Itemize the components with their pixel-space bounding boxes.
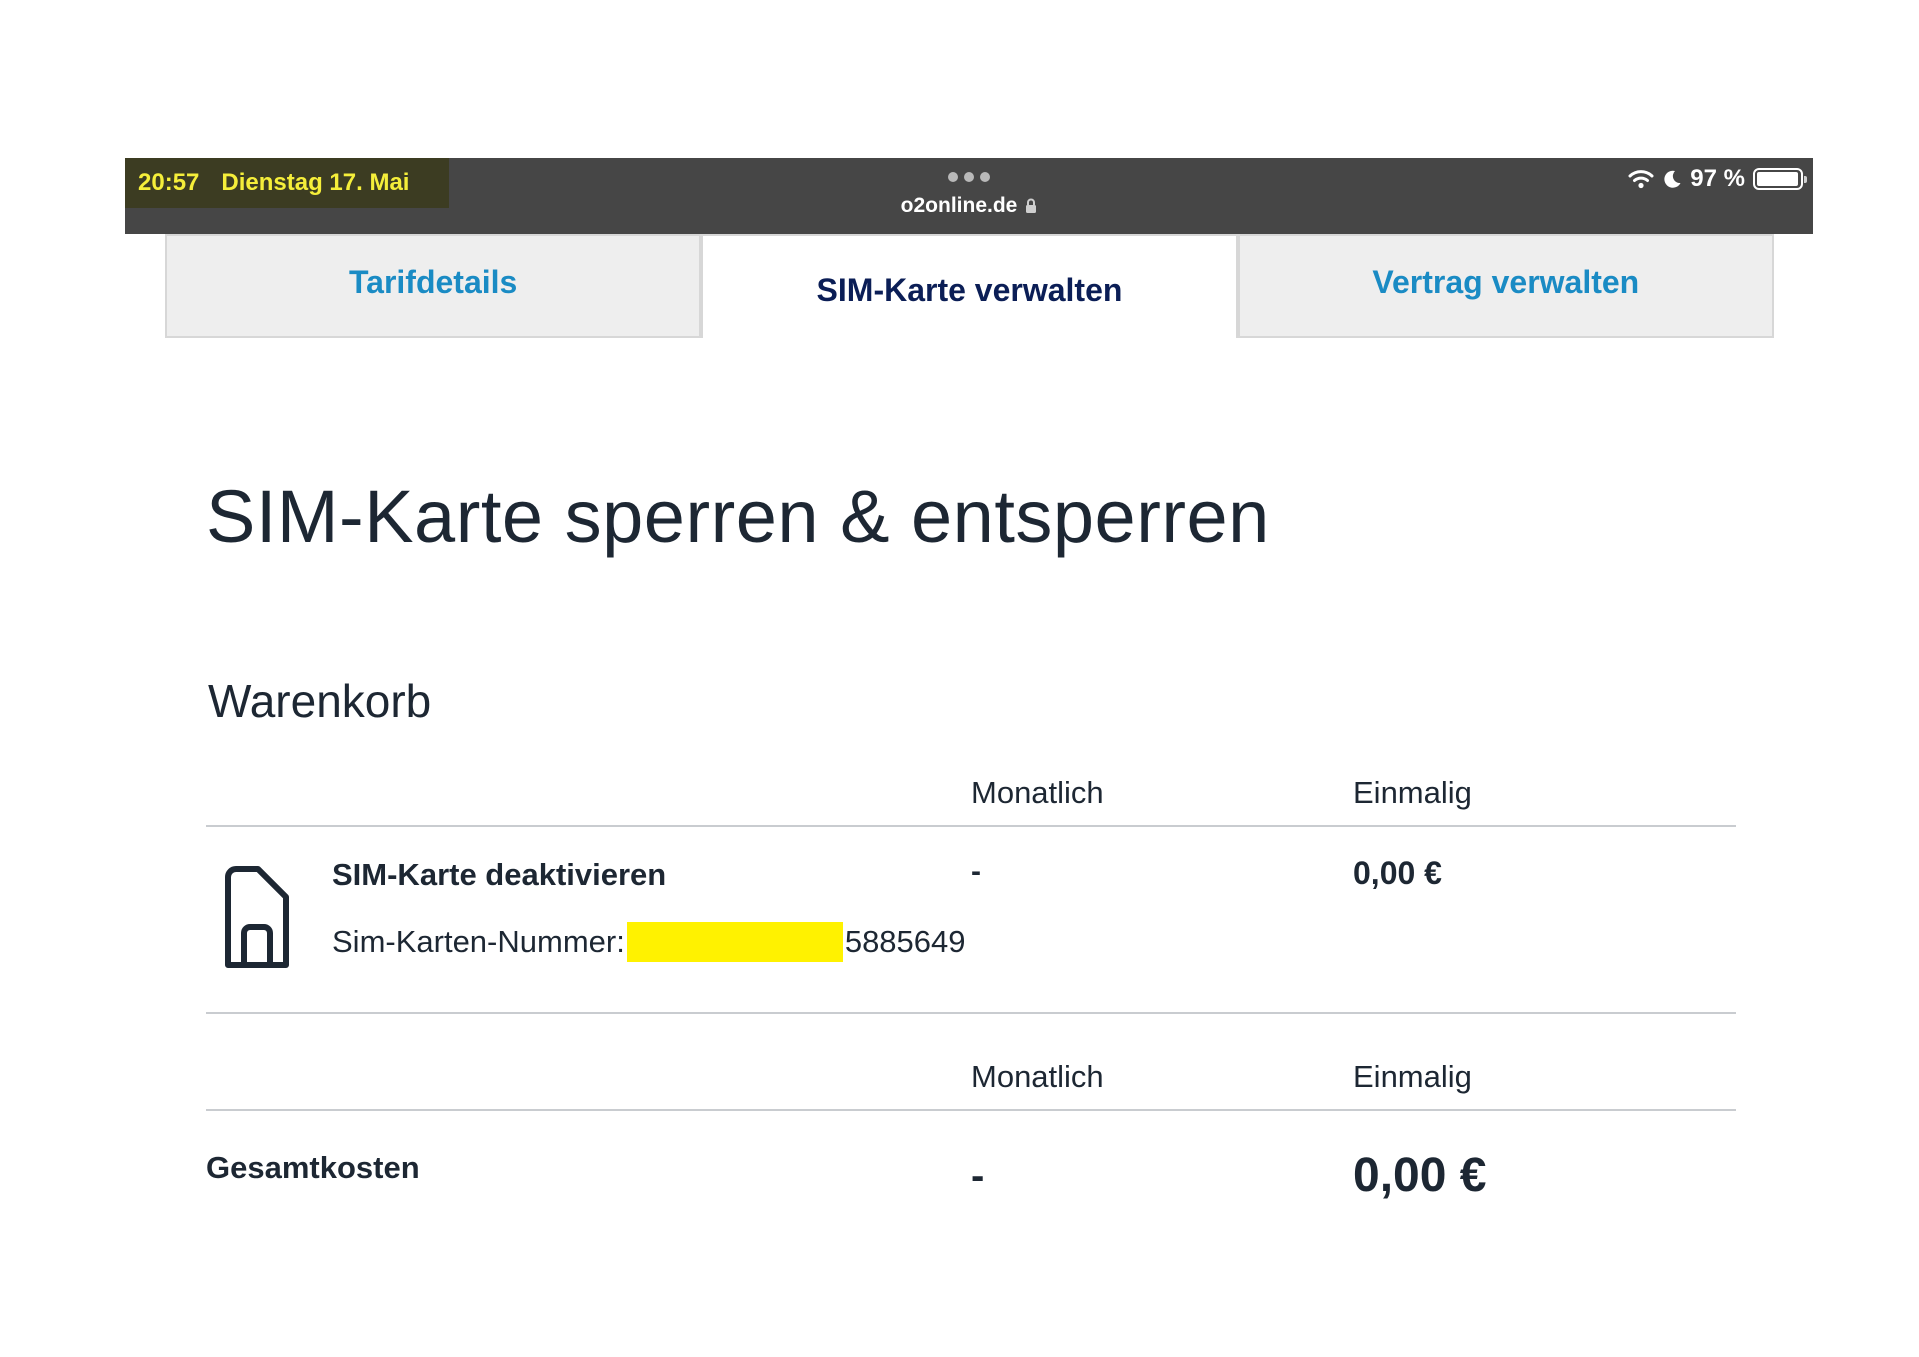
total-monthly-price: -	[971, 1154, 985, 1198]
battery-level-fill	[1757, 172, 1798, 186]
tab-bar: Tarifdetails SIM-Karte verwalten Vertrag…	[165, 234, 1774, 338]
item-once-price: 0,00 €	[1353, 855, 1442, 891]
column-header-once: Einmalig	[1353, 775, 1472, 810]
url-display[interactable]: o2online.de	[901, 194, 1038, 218]
cart-item-row: SIM-Karte deaktivieren Sim-Karten-Nummer…	[206, 827, 1736, 1014]
cart-title: Warenkorb	[208, 675, 432, 727]
total-table-header: Monatlich Einmalig	[206, 1059, 1736, 1111]
battery-icon	[1753, 168, 1807, 190]
sim-card-icon	[225, 866, 289, 968]
sim-number-row: Sim-Karten-Nummer: 5885649	[332, 922, 966, 962]
sim-number-suffix: 5885649	[844, 924, 966, 959]
sim-number-label: Sim-Karten-Nummer:	[332, 924, 625, 959]
url-text: o2online.de	[900, 194, 1018, 217]
page-title: SIM-Karte sperren & entsperren	[206, 475, 1270, 558]
redaction-mark	[626, 922, 843, 962]
tab-vertrag-verwalten[interactable]: Vertrag verwalten	[1237, 234, 1774, 338]
status-indicators: 97 %	[1628, 165, 1807, 193]
tab-tarifdetails[interactable]: Tarifdetails	[165, 234, 702, 338]
tab-sim-karte-verwalten[interactable]: SIM-Karte verwalten	[701, 234, 1238, 338]
total-once-price: 0,00 €	[1353, 1149, 1487, 1202]
address-area: o2online.de	[125, 172, 1813, 218]
page: 20:57 Dienstag 17. Mai o2online.de 97 % …	[0, 0, 1919, 1357]
total-row: Gesamtkosten - 0,00 €	[206, 1130, 1736, 1230]
column-header-monthly: Monatlich	[971, 775, 1104, 810]
battery-percent: 97 %	[1690, 165, 1745, 192]
total-column-header-once: Einmalig	[1353, 1059, 1472, 1094]
more-dots-icon[interactable]	[125, 172, 1813, 184]
lock-icon	[1026, 198, 1037, 213]
total-label: Gesamtkosten	[206, 1150, 420, 1185]
total-column-header-monthly: Monatlich	[971, 1059, 1104, 1094]
item-monthly-price: -	[971, 855, 981, 888]
browser-status-bar: 20:57 Dienstag 17. Mai o2online.de 97 %	[125, 158, 1813, 234]
cart-table-header: Monatlich Einmalig	[206, 775, 1736, 827]
item-title: SIM-Karte deaktivieren	[332, 857, 667, 892]
main-content: SIM-Karte sperren & entsperren Warenkorb…	[206, 475, 1736, 1202]
moon-icon	[1664, 170, 1681, 188]
wifi-icon	[1628, 170, 1654, 189]
